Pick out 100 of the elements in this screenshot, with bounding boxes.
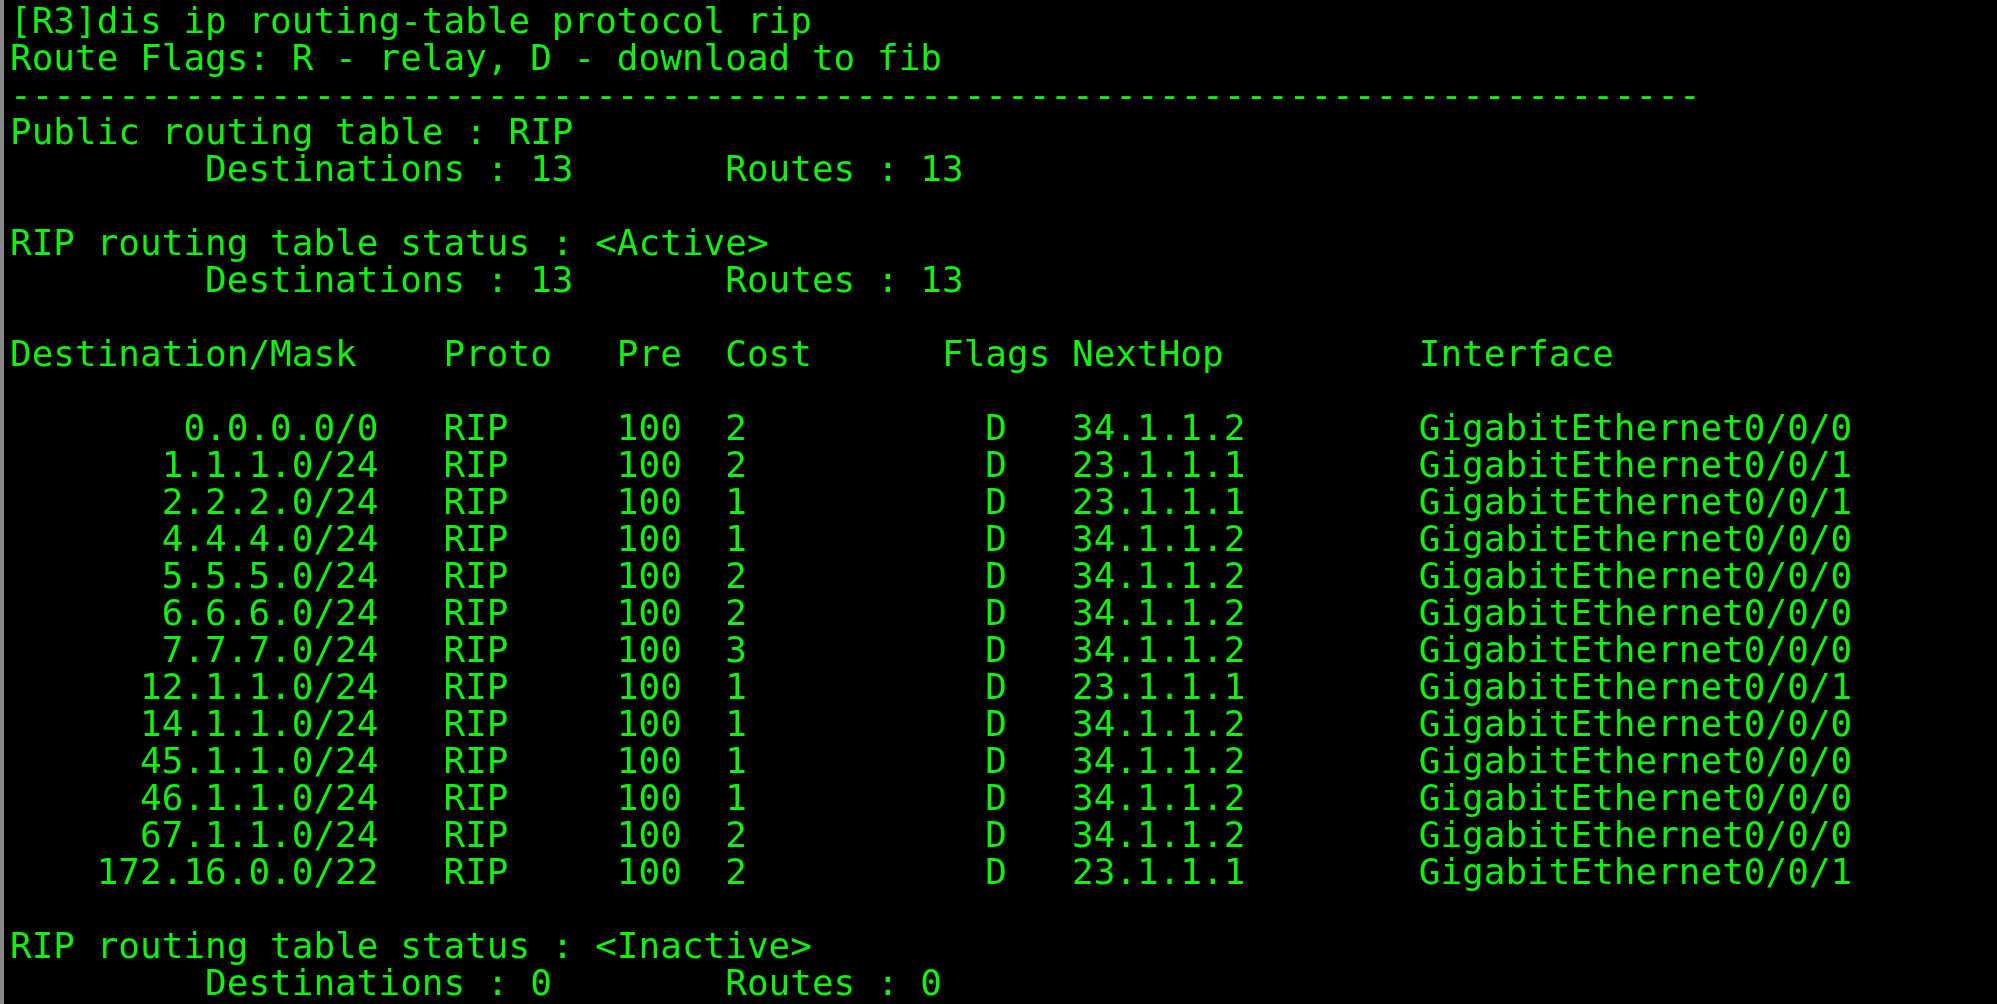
table-cell-text: GigabitEthernet0/0/0 xyxy=(1418,631,1854,668)
table-cell-text: 172.16.0.0/22 xyxy=(95,853,379,890)
table-cell-text: 5.5.5.0/24 xyxy=(160,557,379,594)
table-cell-text: GigabitEthernet0/0/1 xyxy=(1418,853,1854,890)
table-cell-text: 100 xyxy=(616,409,683,446)
table-cell-text: 100 xyxy=(616,446,683,483)
table-cell-text: 2 xyxy=(725,853,748,890)
table-cell-text: D xyxy=(984,520,1008,557)
table-cell-text: D xyxy=(984,668,1008,705)
table-cell-text: RIP xyxy=(443,483,510,520)
table-cell-text: 100 xyxy=(616,853,683,890)
table-cell-text: 34.1.1.2 xyxy=(1072,631,1247,668)
table-cell-text: 34.1.1.2 xyxy=(1072,520,1247,557)
table-cell-text: RIP xyxy=(443,557,510,594)
table-cell-text: 1 xyxy=(725,705,748,742)
table-cell-text: 34.1.1.2 xyxy=(1072,594,1247,631)
table-cell-text: 100 xyxy=(616,668,683,705)
table-cell-text: 67.1.1.0/24 xyxy=(139,816,379,853)
routes-count: Routes : 0 xyxy=(725,964,943,1001)
table-cell-text: GigabitEthernet0/0/1 xyxy=(1418,668,1854,705)
column-header: Proto xyxy=(443,335,553,372)
table-cell-text: 100 xyxy=(616,594,683,631)
table-cell-text: 7.7.7.0/24 xyxy=(160,631,379,668)
table-cell-text: D xyxy=(984,409,1008,446)
table-cell-text: 1.1.1.0/24 xyxy=(160,446,379,483)
table-cell-text: D xyxy=(984,705,1008,742)
table-cell-text: D xyxy=(984,594,1008,631)
table-cell-text: D xyxy=(984,557,1008,594)
table-cell-text: 100 xyxy=(616,631,683,668)
flags-legend: Route Flags: R - relay, D - download to fib xyxy=(10,39,942,76)
table-cell-text: 2 xyxy=(725,816,748,853)
column-header: Destination/Mask xyxy=(10,335,358,372)
table-cell-text: 100 xyxy=(616,779,683,816)
table-cell-text: 2 xyxy=(725,557,748,594)
table-cell-text: 45.1.1.0/24 xyxy=(139,742,379,779)
table-cell-text: RIP xyxy=(443,816,510,853)
table-cell-text: D xyxy=(984,631,1008,668)
table-cell-text: 4.4.4.0/24 xyxy=(160,520,379,557)
table-cell-text: 23.1.1.1 xyxy=(1072,446,1247,483)
table-cell-text: D xyxy=(984,853,1008,890)
column-header: Cost xyxy=(725,335,813,372)
table-cell-text: 23.1.1.1 xyxy=(1072,483,1247,520)
table-cell-text: 14.1.1.0/24 xyxy=(139,705,379,742)
table-cell-text: 12.1.1.0/24 xyxy=(139,668,379,705)
column-header: NextHop xyxy=(1072,335,1225,372)
table-cell-text: 3 xyxy=(725,631,748,668)
table-cell-text: GigabitEthernet0/0/0 xyxy=(1418,409,1854,446)
table-cell-text: 34.1.1.2 xyxy=(1072,816,1247,853)
table-cell-text: GigabitEthernet0/0/1 xyxy=(1418,446,1854,483)
command-line: [R3]dis ip routing-table protocol rip xyxy=(10,2,812,39)
table-cell-text: D xyxy=(984,779,1008,816)
table-cell-text: 34.1.1.2 xyxy=(1072,557,1247,594)
table-cell-text: RIP xyxy=(443,409,510,446)
table-cell-text: 100 xyxy=(616,483,683,520)
table-cell-text: 100 xyxy=(616,705,683,742)
table-cell-text: GigabitEthernet0/0/0 xyxy=(1418,779,1854,816)
column-header: Flags xyxy=(941,335,1052,372)
table-cell-text: 2 xyxy=(725,594,748,631)
table-cell-text: 34.1.1.2 xyxy=(1072,779,1247,816)
separator-line: ------------------------------------------------------------------------------ xyxy=(10,76,1701,113)
table-cell-text: GigabitEthernet0/0/0 xyxy=(1418,816,1854,853)
table-cell-text: D xyxy=(984,816,1008,853)
table-cell-text: 0.0.0.0/0 xyxy=(182,409,379,446)
table-cell-text: 2 xyxy=(725,446,748,483)
table-cell-text: RIP xyxy=(443,742,510,779)
destinations-count: Destinations : 13 xyxy=(205,261,575,298)
table-cell-text: 2.2.2.0/24 xyxy=(160,483,379,520)
table-cell-text: RIP xyxy=(443,594,510,631)
table-cell-text: 100 xyxy=(616,520,683,557)
table-cell-text: GigabitEthernet0/0/0 xyxy=(1418,705,1854,742)
routes-count: Routes : 13 xyxy=(725,150,965,187)
table-cell-text: 100 xyxy=(616,742,683,779)
table-cell-text: 34.1.1.2 xyxy=(1072,409,1247,446)
table-cell-text: D xyxy=(984,483,1008,520)
table-cell-text: 34.1.1.2 xyxy=(1072,705,1247,742)
table-cell-text: RIP xyxy=(443,779,510,816)
table-cell-text: RIP xyxy=(443,520,510,557)
table-cell-text: GigabitEthernet0/0/0 xyxy=(1418,742,1854,779)
column-header: Pre xyxy=(616,335,683,372)
table-cell-text: 23.1.1.1 xyxy=(1072,668,1247,705)
table-cell-text: 2 xyxy=(725,409,748,446)
table-cell-text: GigabitEthernet0/0/1 xyxy=(1418,483,1854,520)
table-cell-text: RIP xyxy=(443,446,510,483)
section-title: RIP routing table status : <Active> xyxy=(10,224,769,261)
table-cell-text: 100 xyxy=(616,816,683,853)
table-cell-text: 46.1.1.0/24 xyxy=(139,779,379,816)
table-cell-text: 1 xyxy=(725,779,748,816)
table-cell-text: D xyxy=(984,446,1008,483)
destinations-count: Destinations : 13 xyxy=(205,150,575,187)
column-header: Interface xyxy=(1418,335,1615,372)
table-cell-text: GigabitEthernet0/0/0 xyxy=(1418,520,1854,557)
section-title: RIP routing table status : <Inactive> xyxy=(10,927,812,964)
table-cell-text: 100 xyxy=(616,557,683,594)
destinations-count: Destinations : 0 xyxy=(205,964,553,1001)
table-cell-text: RIP xyxy=(443,668,510,705)
table-cell-text: RIP xyxy=(443,631,510,668)
table-cell-text: 1 xyxy=(725,668,748,705)
section-title: Public routing table : RIP xyxy=(10,113,574,150)
table-cell-text: 1 xyxy=(725,483,748,520)
table-cell-text: RIP xyxy=(443,853,510,890)
